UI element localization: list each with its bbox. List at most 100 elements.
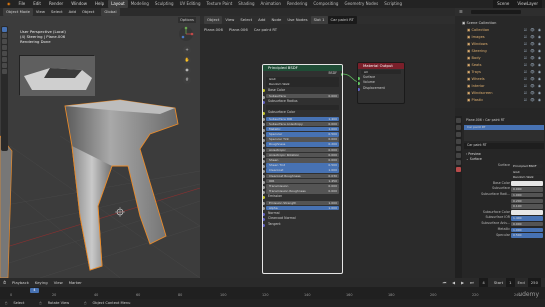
menu-help[interactable]: Help [91,0,108,8]
end-frame-field[interactable]: 250 [527,278,541,287]
node-input-field[interactable]: Transmission 0.000 [263,183,339,189]
zoom-icon[interactable]: + [183,46,191,54]
input-socket-icon[interactable] [263,223,265,227]
outliner-item[interactable]: ▣ Plastic ☑ 👁 ◉ [458,97,544,104]
input-socket-icon[interactable] [263,139,265,143]
visibility-icon[interactable]: ☑ 👁 ◉ [524,62,542,69]
node-input-field[interactable]: Anisotropic Rotation 0.000 [263,152,339,158]
timeline-editor-icon[interactable]: ⏱ [0,278,9,287]
car-part-model[interactable] [64,99,179,271]
input-socket-icon[interactable] [263,112,265,116]
input-socket-icon[interactable] [263,175,265,179]
tab-shading[interactable]: Shading [235,0,257,8]
property-field[interactable] [511,210,543,215]
output-socket-icon[interactable] [340,72,342,76]
property-field[interactable]: 0.000 [511,221,543,227]
outliner-item[interactable]: ▣ Seats ☑ 👁 ◉ [458,62,544,69]
menu-edit[interactable]: Edit [29,0,45,8]
view-layer-selector[interactable]: ViewLayer [513,0,542,8]
property-field[interactable] [511,181,543,186]
outliner-item[interactable]: ▣ Scene Collection [458,20,544,27]
annotate-tool-icon[interactable] [2,63,7,68]
outliner-item[interactable]: ▣ Trays ☑ 👁 ◉ [458,69,544,76]
node-input-field[interactable]: Emission Strength 1.000 [263,200,339,206]
subsurface-method-dropdown[interactable]: Random Walk [266,82,339,87]
property-field[interactable]: Random Walk [511,175,543,180]
viewport-menu-object[interactable]: Object [79,8,97,16]
surface-shader-dropdown[interactable]: Principled BSDF [511,163,543,169]
input-socket-icon[interactable] [263,123,265,127]
data-tab-icon[interactable] [456,160,461,165]
outliner-item[interactable]: ▣ Windows ☑ 👁 ◉ [458,41,544,48]
mode-selector[interactable]: Object Mode [3,8,33,16]
timeline-ruler[interactable]: 4 0 20 40 60 80 100 120 140 160 180 200 220 240 [0,287,545,299]
play-icon[interactable]: ▶ [458,278,467,287]
jump-end-icon[interactable]: ⏭ [467,278,476,287]
modifier-tab-icon[interactable] [456,153,461,158]
node-input-field[interactable]: Clearcoat 1.000 [263,168,339,174]
node-input-field[interactable]: Subsurface 0.000 [263,93,339,99]
material-slot-list[interactable]: Car paint RT [464,124,544,141]
node-input-field[interactable]: Metallic 1.000 [263,126,339,132]
visibility-icon[interactable]: ☑ 👁 ◉ [524,41,542,48]
outliner-search-input[interactable] [471,10,521,14]
outliner-item[interactable]: ▣ Collection ☑ 👁 ◉ [458,27,544,34]
measure-tool-icon[interactable] [2,69,7,74]
property-field[interactable]: 1.000 [511,192,543,198]
viewport-menu-select[interactable]: Select [48,8,66,16]
node-input-field[interactable]: Transmission Roughness 0.000 [263,189,339,194]
property-field[interactable]: 1.000 [511,227,543,233]
node-input-field[interactable]: Subsurface Anisotropy 0.000 [263,121,339,127]
viewport-menu-view[interactable]: View [33,8,48,16]
tab-texture-paint[interactable]: Texture Paint [203,0,235,8]
start-frame-field[interactable]: 1 [506,278,515,287]
node-input-field[interactable]: Roughness 0.200 [263,142,339,148]
property-field[interactable]: 0.500 [511,233,543,238]
node-editor-menu-view[interactable]: View [222,16,237,24]
node-input-field[interactable]: Sheen Tint 0.500 [263,163,339,168]
input-socket-icon[interactable] [263,170,265,174]
menu-file[interactable]: File [15,0,30,8]
select-tool-icon[interactable] [2,27,7,32]
blender-logo-icon[interactable]: ◉ [3,0,15,8]
input-socket-icon[interactable] [263,202,265,206]
property-field[interactable]: GGX [511,169,543,175]
outliner-item[interactable]: ▣ Windscreen ☑ 👁 ◉ [458,90,544,97]
tab-uv-editing[interactable]: UV Editing [177,0,204,8]
outliner-item[interactable]: ▣ Interior ☑ 👁 ◉ [458,83,544,90]
node-input-field[interactable]: Sheen 0.000 [263,158,339,163]
outliner-filter-icon[interactable]: ☰ [459,8,463,16]
visibility-icon[interactable]: ☑ 👁 ◉ [524,55,542,62]
play-reverse-icon[interactable]: ◀ [449,278,458,287]
timeline-menu-view[interactable]: View [51,278,66,287]
node-input-field[interactable]: Subsurface IOR 1.400 [263,116,339,122]
tool-tab-icon[interactable] [456,118,461,123]
input-socket-icon[interactable] [263,149,265,153]
scene-selector[interactable]: Scene [493,0,514,8]
principled-bsdf-node[interactable]: Principled BSDF BSDF GGX Random Walk Bas… [262,64,343,274]
visibility-icon[interactable]: ☑ 👁 ◉ [524,69,542,76]
input-socket-icon[interactable] [263,154,265,158]
timeline-menu-playback[interactable]: Playback [9,278,32,287]
input-socket-icon[interactable] [263,144,265,148]
outliner-item[interactable]: ▣ Body ☑ 👁 ◉ [458,55,544,62]
input-socket-icon[interactable] [263,89,265,93]
output-tab-icon[interactable] [456,132,461,137]
visibility-icon[interactable]: ☑ 👁 ◉ [524,76,542,83]
node-input-field[interactable]: Specular Tint 0.000 [263,137,339,143]
render-tab-icon[interactable] [456,125,461,130]
tab-sculpting[interactable]: Sculpting [152,0,177,8]
visibility-icon[interactable]: ☑ 👁 ◉ [524,90,542,97]
input-socket-icon[interactable] [263,159,265,163]
property-field[interactable]: 1.400 [511,215,543,221]
current-frame-field[interactable]: 4 [479,278,488,287]
input-socket-icon[interactable] [263,196,265,200]
node-input-field[interactable]: Specular 0.500 [263,132,339,137]
input-socket-icon[interactable] [263,118,265,122]
property-field[interactable]: 0.000 [511,186,543,192]
input-socket-icon[interactable] [263,180,265,184]
material-output-node[interactable]: Material Output All Surface Volume Displ… [357,62,405,104]
material-slot-item[interactable]: Car paint RT [464,124,544,130]
outliner-item[interactable]: ▣ Images ☑ 👁 ◉ [458,34,544,41]
node-editor-menu-select[interactable]: Select [237,16,255,24]
